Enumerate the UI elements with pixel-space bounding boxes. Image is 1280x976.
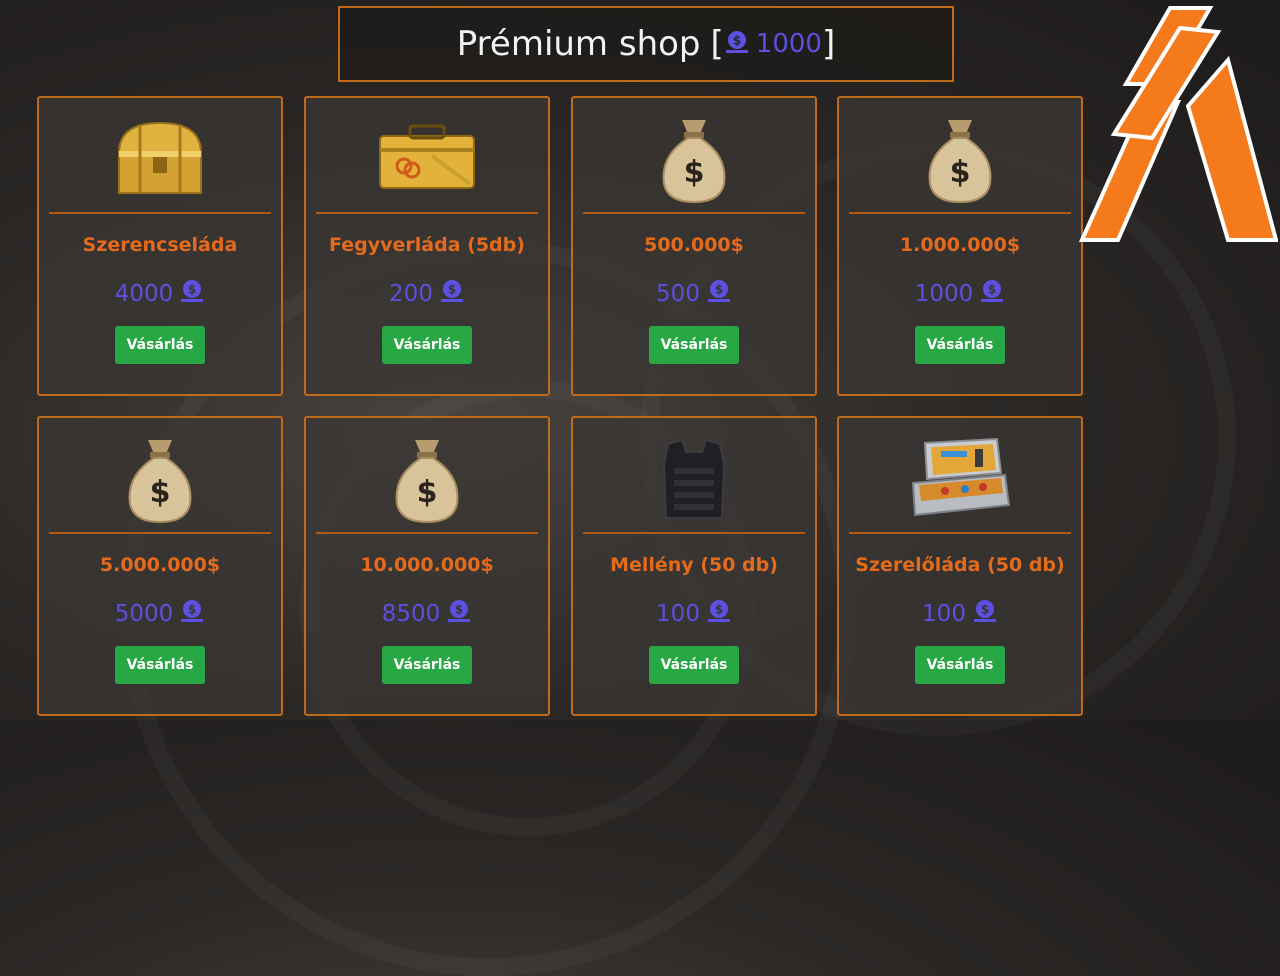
weapon-case-icon	[306, 106, 548, 210]
item-price: 5000 $	[39, 598, 281, 630]
card-divider	[583, 532, 805, 534]
money-bag-icon: $	[306, 426, 548, 530]
buy-button[interactable]: Vásárlás	[915, 646, 1005, 684]
item-name: 500.000$	[644, 234, 744, 256]
item-price: 8500 $	[306, 598, 548, 630]
item-name: Szerencseláda	[82, 234, 238, 256]
svg-text:$: $	[448, 283, 456, 297]
bracket-close: ]	[821, 24, 836, 64]
card-divider	[316, 212, 538, 214]
svg-text:$: $	[188, 603, 196, 617]
premium-coin-icon: $	[706, 598, 732, 630]
card-divider	[583, 212, 805, 214]
price-value: 8500	[381, 601, 441, 627]
premium-coin-icon: $	[179, 598, 205, 630]
body-armor-vest-icon	[573, 426, 815, 530]
fivem-logo-icon	[1078, 4, 1279, 248]
card-divider	[849, 532, 1071, 534]
premium-coin-icon: $	[724, 24, 750, 64]
price-value: 100	[656, 601, 700, 627]
shop-item-card: Szerencseláda 4000 $ Vásárlás	[37, 96, 283, 396]
svg-text:$: $	[733, 34, 741, 48]
buy-button[interactable]: Vásárlás	[382, 646, 472, 684]
svg-text:$: $	[455, 603, 463, 617]
premium-coin-icon: $	[979, 278, 1005, 310]
shop-item-card: $ 5.000.000$ 5000 $ Vásárlás	[37, 416, 283, 716]
toolbox-icon	[839, 426, 1081, 530]
shop-item-card: Mellény (50 db) 100 $ Vásárlás	[571, 416, 817, 716]
card-divider	[49, 532, 271, 534]
price-value: 4000	[114, 281, 174, 307]
premium-balance: 1000	[755, 29, 822, 59]
premium-coin-icon: $	[446, 598, 472, 630]
shop-title: Prémium shop	[456, 24, 701, 64]
item-name: 10.000.000$	[360, 554, 494, 576]
buy-button[interactable]: Vásárlás	[115, 326, 205, 364]
buy-button[interactable]: Vásárlás	[649, 646, 739, 684]
card-divider	[316, 532, 538, 534]
buy-button[interactable]: Vásárlás	[649, 326, 739, 364]
svg-text:$: $	[715, 603, 723, 617]
shop-item-card: Fegyverláda (5db) 200 $ Vásárlás	[304, 96, 550, 396]
svg-text:$: $	[150, 475, 171, 510]
price-value: 100	[922, 601, 966, 627]
shop-item-card: $ 500.000$ 500 $ Vásárlás	[571, 96, 817, 396]
shop-item-card: Szerelőláda (50 db) 100 $ Vásárlás	[837, 416, 1083, 716]
shop-item-card: $ 1.000.000$ 1000 $ Vásárlás	[837, 96, 1083, 396]
money-bag-icon: $	[839, 106, 1081, 210]
premium-coin-icon: $	[439, 278, 465, 310]
card-divider	[849, 212, 1071, 214]
money-bag-icon: $	[39, 426, 281, 530]
price-value: 1000	[914, 281, 974, 307]
buy-button[interactable]: Vásárlás	[382, 326, 472, 364]
svg-text:$: $	[988, 283, 996, 297]
premium-coin-icon: $	[179, 278, 205, 310]
item-price: 1000 $	[839, 278, 1081, 310]
shop-title-bar: Prémium shop [ $ 1000 ]	[338, 6, 954, 82]
price-value: 5000	[114, 601, 174, 627]
item-price: 200 $	[306, 278, 548, 310]
golden-chest-icon	[39, 106, 281, 210]
buy-button[interactable]: Vásárlás	[115, 646, 205, 684]
item-name: Mellény (50 db)	[610, 554, 778, 576]
svg-text:$: $	[684, 155, 705, 190]
item-name: Szerelőláda (50 db)	[855, 554, 1065, 576]
buy-button[interactable]: Vásárlás	[915, 326, 1005, 364]
item-name: 5.000.000$	[99, 554, 221, 576]
price-value: 200	[389, 281, 433, 307]
card-divider	[49, 212, 271, 214]
svg-text:$: $	[950, 155, 971, 190]
shop-item-card: $ 10.000.000$ 8500 $ Vásárlás	[304, 416, 550, 716]
item-price: 100 $	[839, 598, 1081, 630]
svg-text:$: $	[981, 603, 989, 617]
svg-text:$: $	[417, 475, 438, 510]
money-bag-icon: $	[573, 106, 815, 210]
svg-text:$: $	[715, 283, 723, 297]
item-name: Fegyverláda (5db)	[329, 234, 525, 256]
item-price: 100 $	[573, 598, 815, 630]
item-price: 4000 $	[39, 278, 281, 310]
premium-coin-icon: $	[972, 598, 998, 630]
price-value: 500	[656, 281, 700, 307]
item-name: 1.000.000$	[899, 234, 1021, 256]
item-price: 500 $	[573, 278, 815, 310]
svg-text:$: $	[188, 283, 196, 297]
premium-coin-icon: $	[706, 278, 732, 310]
bracket-open: [	[710, 24, 724, 64]
